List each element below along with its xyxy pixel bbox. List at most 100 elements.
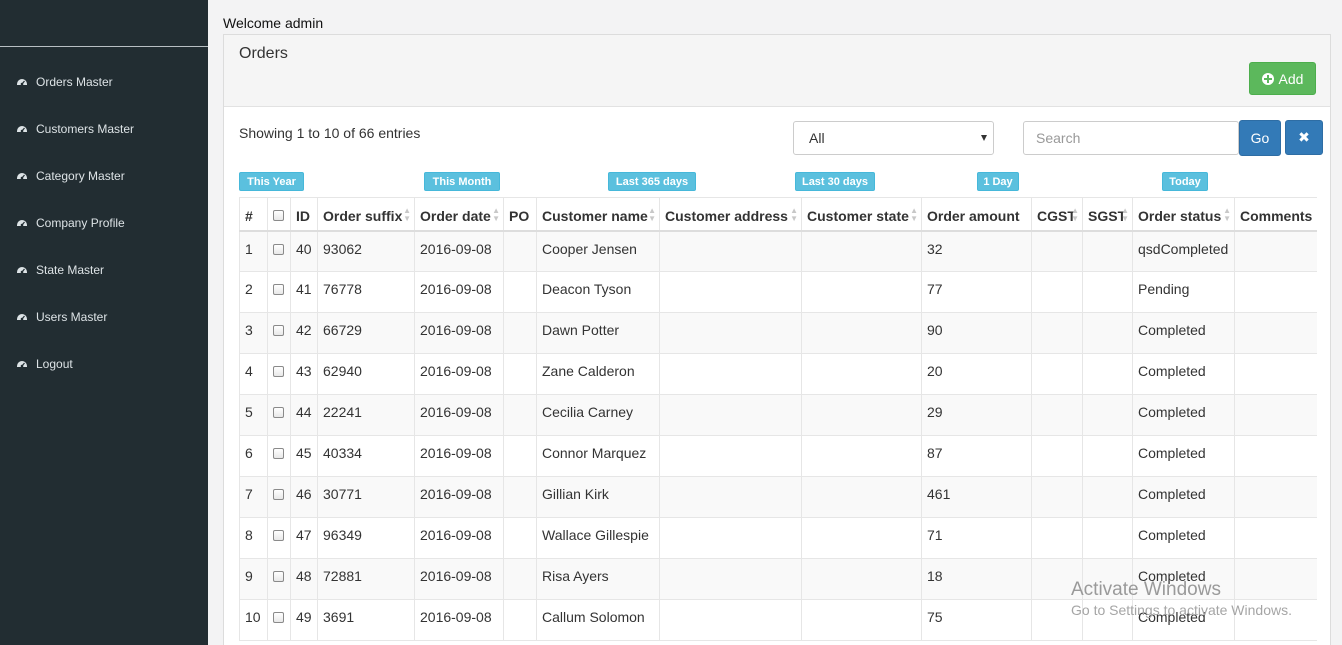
table-cell: 10 [239,599,268,641]
table-row[interactable]: 2 41 76778 2016-09-08 Deacon Tyson 77 Pending [239,271,1317,313]
table-cell [801,353,922,395]
table-row[interactable]: 8 47 96349 2016-09-08 Wallace Gillespie 71 Com… [239,517,1317,559]
table-cell [503,271,537,313]
table-cell: Completed [1132,394,1235,436]
table-cell [1031,230,1083,272]
row-checkbox[interactable] [273,284,284,295]
sidebar-item-logout[interactable]: Logout [0,340,208,387]
caret-down-icon [981,135,987,141]
table-cell: Wallace Gillespie [536,517,660,559]
select-all-checkbox-cell [267,197,291,232]
search-input[interactable] [1023,121,1239,155]
table-cell [659,312,802,354]
table-cell [659,271,802,313]
row-checkbox[interactable] [273,325,284,336]
sidebar-item-label: State Master [36,262,105,277]
table-cell: 77 [921,271,1032,313]
column-header-index: # [239,197,268,232]
go-button[interactable]: Go [1239,120,1281,156]
table-row[interactable]: 6 45 40334 2016-09-08 Connor Marquez 87 Comple… [239,435,1317,477]
filter-1-day[interactable]: 1 Day [977,172,1019,191]
table-cell [503,230,537,272]
column-header-order-date[interactable]: Order date ▲ ▼ [414,197,504,232]
sort-icon: ▲ ▼ [1223,206,1231,223]
table-cell: 46 [290,476,318,518]
table-row[interactable]: 5 44 22241 2016-09-08 Cecilia Carney 29 Comple… [239,394,1317,436]
sidebar-item-category-master[interactable]: Category Master [0,152,208,199]
add-button[interactable]: Add [1249,62,1316,95]
row-checkbox[interactable] [273,571,284,582]
clear-search-button[interactable]: ✖ [1285,120,1323,155]
table-cell: 2016-09-08 [414,353,504,395]
filter-this-month[interactable]: This Month [424,172,500,191]
table-cell [1031,271,1083,313]
table-cell [267,476,291,518]
table-cell [267,394,291,436]
table-row[interactable]: 3 42 66729 2016-09-08 Dawn Potter 90 Completed [239,312,1317,354]
sidebar-item-state-master[interactable]: State Master [0,246,208,293]
row-checkbox[interactable] [273,448,284,459]
table-cell: Cooper Jensen [536,230,660,272]
table-cell [267,312,291,354]
column-header-order-suffix[interactable]: Order suffix ▲ ▼ [317,197,415,232]
table-cell: 2016-09-08 [414,558,504,600]
filter-today[interactable]: Today [1162,172,1208,191]
row-checkbox[interactable] [273,612,284,623]
table-cell [801,476,922,518]
table-cell: Completed [1132,435,1235,477]
table-cell [1082,312,1133,354]
table-row[interactable]: 7 46 30771 2016-09-08 Gillian Kirk 461 Complet… [239,476,1317,518]
table-row[interactable]: 4 43 62940 2016-09-08 Zane Calderon 20 Complet… [239,353,1317,395]
table-cell: Connor Marquez [536,435,660,477]
table-cell: 2016-09-08 [414,435,504,477]
column-header-customer-address[interactable]: Customer address ▲ ▼ [659,197,802,232]
table-cell [659,394,802,436]
select-all-checkbox[interactable] [273,210,284,222]
table-cell: 30771 [317,476,415,518]
column-header-comments[interactable]: Comments▲▼ [1234,197,1317,232]
sidebar-item-orders-master[interactable]: Orders Master [0,58,208,105]
table-cell [267,517,291,559]
table-cell [1234,271,1317,313]
sidebar-item-label: Users Master [36,309,108,324]
row-checkbox[interactable] [273,407,284,418]
column-header-order-status[interactable]: Order status ▲ ▼ [1132,197,1235,232]
sidebar-item-users-master[interactable]: Users Master [0,293,208,340]
table-cell: 32 [921,230,1032,272]
filter-last-365-days[interactable]: Last 365 days [608,172,696,191]
dashboard-icon [16,264,28,276]
table-cell [267,353,291,395]
column-header-customer-state[interactable]: Customer state ▲ ▼ [801,197,922,232]
sidebar: Orders Master Customers Master Category … [0,0,208,645]
column-header-order-amount[interactable]: Order amount [921,197,1032,232]
table-cell [503,558,537,600]
table-cell: 2016-09-08 [414,271,504,313]
table-cell: 93062 [317,230,415,272]
table-cell [1234,476,1317,518]
column-header-cgst[interactable]: CGST ▲ ▼ [1031,197,1083,232]
table-row[interactable]: 1 40 93062 2016-09-08 Cooper Jensen 32 qsdComp… [239,230,1317,272]
watermark-line-2: Go to Settings to activate Windows. [1071,602,1292,618]
column-header-sgst[interactable]: SGST ▲ ▼ [1082,197,1133,232]
row-checkbox[interactable] [273,489,284,500]
column-header-id[interactable]: ID [290,197,318,232]
table-cell: 96349 [317,517,415,559]
table-cell [659,435,802,477]
sidebar-item-company-profile[interactable]: Company Profile [0,199,208,246]
table-cell: 7 [239,476,268,518]
filter-this-year[interactable]: This Year [239,172,304,191]
filter-last-30-days[interactable]: Last 30 days [795,172,875,191]
table-cell [1082,271,1133,313]
table-cell: Completed [1132,517,1235,559]
row-checkbox[interactable] [273,243,284,255]
row-checkbox[interactable] [273,366,284,377]
table-cell [801,517,922,559]
column-header-po[interactable]: PO [503,197,537,232]
row-checkbox[interactable] [273,530,284,541]
table-cell: 2016-09-08 [414,394,504,436]
table-cell: 461 [921,476,1032,518]
column-header-customer-name[interactable]: Customer name ▲ ▼ [536,197,660,232]
table-cell: 76778 [317,271,415,313]
filter-select[interactable]: All [793,121,994,155]
sidebar-item-customers-master[interactable]: Customers Master [0,105,208,152]
